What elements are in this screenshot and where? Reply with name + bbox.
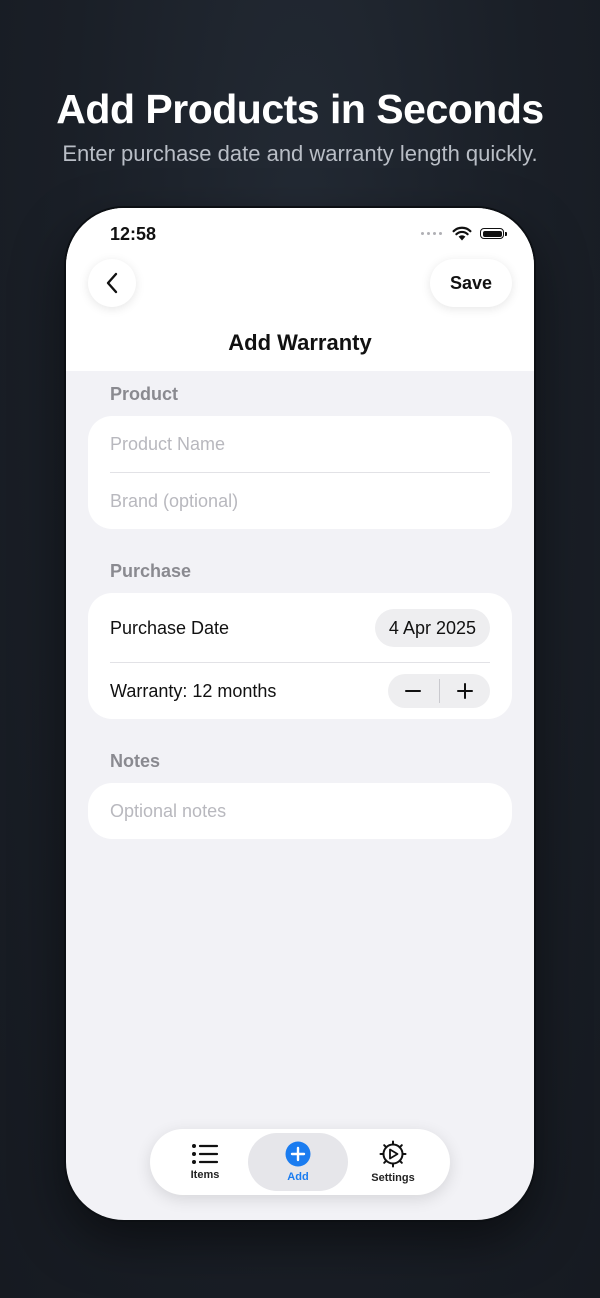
notes-placeholder: Optional notes xyxy=(110,800,227,821)
section-header-notes: Notes xyxy=(110,751,161,771)
navigation-header: 12:58 Save Add Warranty xyxy=(66,208,534,371)
list-icon xyxy=(192,1144,219,1164)
section-header-purchase: Purchase xyxy=(110,561,192,581)
battery-icon xyxy=(480,228,507,239)
product-card: Product Name Brand (optional) xyxy=(88,416,512,529)
notes-field[interactable]: Optional notes xyxy=(88,783,512,839)
purchase-date-picker[interactable]: 4 Apr 2025 xyxy=(374,609,490,647)
brand-placeholder: Brand (optional) xyxy=(110,490,239,511)
warranty-label: Warranty: 12 months xyxy=(110,680,277,701)
plus-circle-icon xyxy=(285,1141,311,1167)
tab-label-add: Add xyxy=(287,1171,309,1183)
tab-items[interactable]: Items xyxy=(155,1133,255,1191)
warranty-stepper[interactable] xyxy=(388,674,490,708)
status-time: 12:58 xyxy=(110,224,157,244)
tab-add[interactable]: Add xyxy=(248,1133,348,1191)
product-name-placeholder: Product Name xyxy=(110,433,226,454)
product-name-field[interactable]: Product Name xyxy=(110,416,490,472)
tab-settings[interactable]: Settings xyxy=(343,1133,443,1191)
chevron-left-icon xyxy=(106,272,118,294)
signal-dots-icon xyxy=(421,232,442,235)
page-title: Add Warranty xyxy=(228,330,372,355)
brand-field[interactable]: Brand (optional) xyxy=(110,473,490,529)
promo-title: Add Products in Seconds xyxy=(56,86,544,132)
plus-icon xyxy=(456,683,473,699)
back-button[interactable] xyxy=(88,259,136,307)
tab-label-settings: Settings xyxy=(371,1172,415,1184)
decrement-button[interactable] xyxy=(388,674,439,708)
section-header-product: Product xyxy=(110,384,179,404)
save-button[interactable]: Save xyxy=(429,259,512,307)
notes-input[interactable]: Optional notes xyxy=(110,783,490,839)
tab-bar: Items Add Settings xyxy=(150,1129,450,1195)
minus-icon xyxy=(405,690,422,692)
wifi-icon xyxy=(452,226,472,241)
status-icons xyxy=(421,226,507,241)
increment-button[interactable] xyxy=(440,674,491,708)
tab-label-items: Items xyxy=(190,1169,220,1181)
phone-frame: 12:58 Save Add Warranty Product Product … xyxy=(66,208,534,1220)
purchase-date-label: Purchase Date xyxy=(110,617,230,638)
promo-subtitle: Enter purchase date and warranty length … xyxy=(62,141,538,166)
gear-icon xyxy=(379,1140,407,1168)
purchase-card: Purchase Date 4 Apr 2025 Warranty: 12 mo… xyxy=(88,593,512,719)
